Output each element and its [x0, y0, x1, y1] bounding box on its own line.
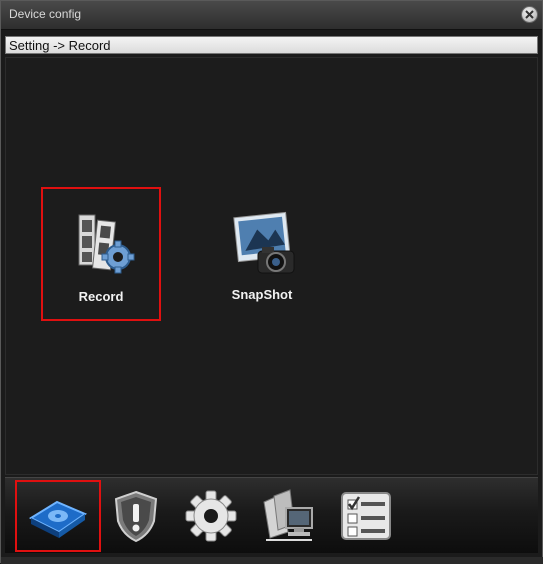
alarm-shield-icon	[114, 490, 158, 543]
nav-settings-button[interactable]	[168, 480, 254, 552]
device-config-window: Device config Setting -> Record Record S…	[0, 0, 543, 564]
snapshot-label: SnapShot	[231, 287, 293, 302]
breadcrumb: Setting -> Record	[5, 36, 538, 54]
checklist-icon	[341, 492, 391, 540]
breadcrumb-text: Setting -> Record	[9, 38, 111, 53]
settings-gear-icon	[185, 490, 237, 542]
window-title: Device config	[9, 7, 82, 21]
main-content: Record SnapShot	[5, 57, 538, 475]
camera-photo-icon	[233, 211, 295, 274]
network-tools-icon	[263, 489, 313, 541]
record-tile[interactable]: Record	[41, 187, 161, 321]
film-gear-icon	[78, 214, 135, 274]
nav-network-button[interactable]	[245, 480, 331, 552]
storage-disk-icon	[28, 500, 88, 538]
snapshot-tile[interactable]: SnapShot	[202, 187, 322, 321]
title-bar: Device config	[1, 1, 542, 30]
bottom-navigation	[5, 477, 538, 553]
close-button[interactable]	[521, 6, 538, 23]
record-label: Record	[78, 289, 124, 304]
nav-alarm-button[interactable]	[93, 480, 179, 552]
nav-checklist-button[interactable]	[323, 480, 409, 552]
close-icon	[525, 10, 534, 19]
nav-storage-button[interactable]	[15, 480, 101, 552]
